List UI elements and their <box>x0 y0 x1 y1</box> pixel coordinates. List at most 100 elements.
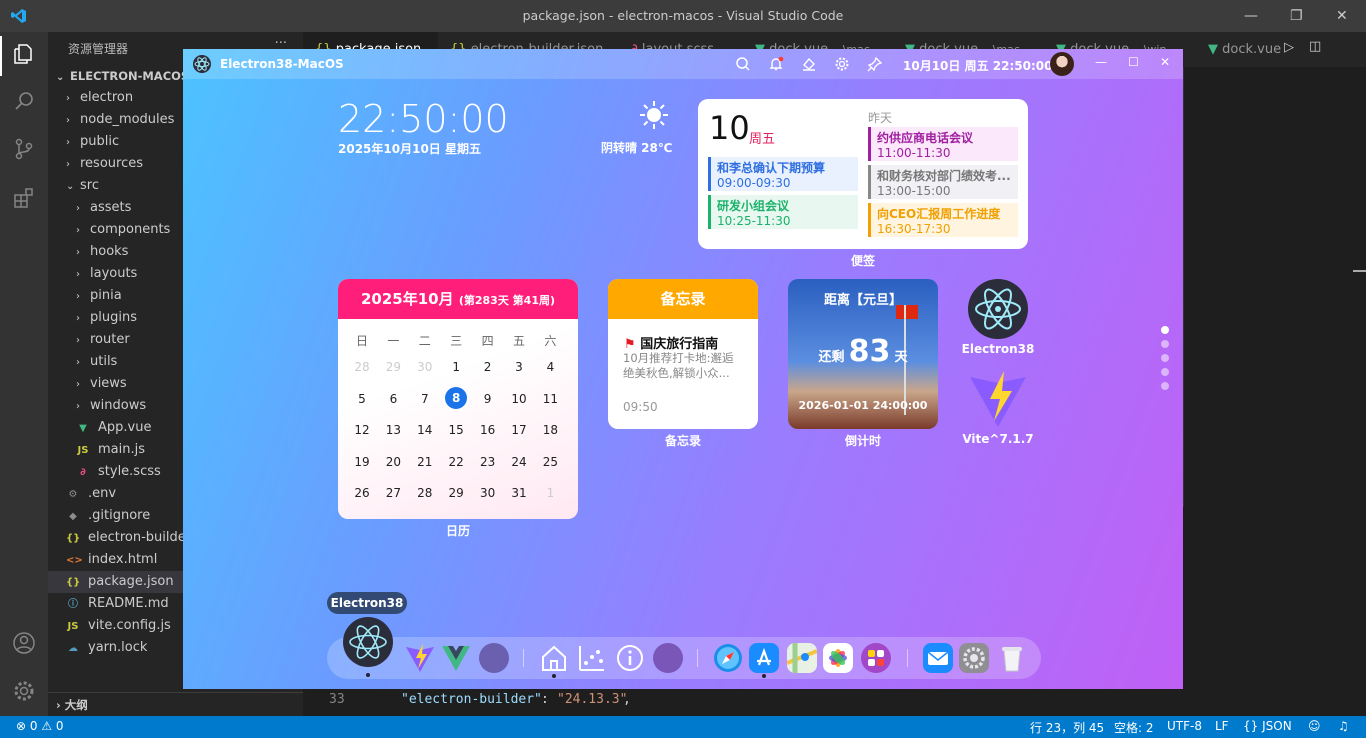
calendar-day[interactable]: 29 <box>442 481 470 505</box>
calendar-day[interactable]: 22 <box>442 450 470 474</box>
calendar-day[interactable]: 27 <box>379 481 407 505</box>
dock-photos-icon[interactable] <box>823 643 853 673</box>
feedback-icon[interactable]: ☺ <box>1308 719 1321 733</box>
indentation[interactable]: 空格: 2 <box>1114 719 1154 736</box>
dock-safari-icon[interactable] <box>713 643 743 673</box>
calendar-day[interactable]: 30 <box>474 481 502 505</box>
calendar-day[interactable]: 9 <box>474 387 502 411</box>
cursor-position[interactable]: 行 23，列 45 <box>1030 719 1104 736</box>
calendar-day[interactable]: 5 <box>348 387 376 411</box>
calendar-day[interactable]: 17 <box>505 418 533 442</box>
theme-brush-icon[interactable] <box>801 56 817 72</box>
dock-chart-icon[interactable] <box>577 643 607 673</box>
split-editor-icon[interactable]: ◫ <box>1309 39 1321 54</box>
calendar-day[interactable]: 13 <box>379 418 407 442</box>
calendar-day[interactable]: 6 <box>379 387 407 411</box>
countdown-widget[interactable]: 距离【元旦】 还剩 83 天 2026-01-01 24:00:00 <box>788 279 938 429</box>
event-item[interactable]: 和财务核对部门绩效考... 13:00-15:00 <box>868 165 1018 199</box>
calendar-day[interactable]: 12 <box>348 418 376 442</box>
dock-vite-icon[interactable] <box>405 643 435 673</box>
language-mode[interactable]: {} JSON <box>1243 719 1292 733</box>
dock-vue-icon[interactable] <box>441 643 471 673</box>
dock-system-settings-icon[interactable] <box>959 643 989 673</box>
calendar-day[interactable]: 7 <box>411 387 439 411</box>
page-dot[interactable] <box>1161 382 1169 390</box>
dock-pinia-icon[interactable] <box>479 643 509 673</box>
app-maximize-icon[interactable]: ☐ <box>1128 55 1139 69</box>
pin-icon[interactable] <box>867 56 883 72</box>
calendar-day[interactable]: 15 <box>442 418 470 442</box>
run-icon[interactable]: ▷ <box>1284 40 1294 55</box>
notes-widget[interactable]: 10 周五 昨天 和李总确认下期预算 09:00-09:30 研发小组会议 10:2… <box>698 99 1028 249</box>
calendar-day[interactable]: 26 <box>348 481 376 505</box>
memo-widget[interactable]: 备忘录 ⚑ 国庆旅行指南 10月推荐打卡地:邂逅绝美秋色,解锁小众... 09:… <box>608 279 758 429</box>
page-dot[interactable] <box>1161 368 1169 376</box>
calendar-widget[interactable]: 2025年10月 (第283天 第41周) 日一二三四五六 28 29 30 1 2 3 4 5… <box>338 279 578 519</box>
event-item[interactable]: 和李总确认下期预算 09:00-09:30 <box>708 157 858 191</box>
calendar-day[interactable]: 2 <box>474 355 502 379</box>
dock-electron-icon[interactable] <box>343 617 393 667</box>
notifications-icon[interactable]: ♫ <box>1338 719 1349 733</box>
encoding[interactable]: UTF-8 <box>1167 719 1202 733</box>
close-icon[interactable]: ✕ <box>1336 8 1348 24</box>
dock-maps-icon[interactable] <box>787 643 817 673</box>
scrollbar-thumb[interactable] <box>1353 270 1366 272</box>
page-dot[interactable] <box>1161 354 1169 362</box>
problems-indicator[interactable]: ⊗ 0 ⚠ 0 <box>16 719 64 733</box>
calendar-day[interactable]: 28 <box>348 355 376 379</box>
outline-section[interactable]: › 大纲 <box>48 692 303 716</box>
extensions-icon[interactable] <box>12 186 36 210</box>
tree-root[interactable]: ⌄ ELECTRON-MACOS <box>56 69 189 83</box>
calendar-day[interactable]: 25 <box>536 450 564 474</box>
account-icon[interactable] <box>12 631 36 655</box>
electron-app-icon[interactable] <box>968 279 1028 339</box>
dock-widgets-icon[interactable] <box>861 643 891 673</box>
user-avatar[interactable] <box>1050 52 1074 76</box>
calendar-day[interactable]: 24 <box>505 450 533 474</box>
dock-launcher-icon[interactable] <box>653 643 683 673</box>
bell-icon[interactable] <box>768 56 784 72</box>
source-control-icon[interactable] <box>12 137 36 161</box>
app-minimize-icon[interactable]: — <box>1095 55 1107 69</box>
calendar-day[interactable]: 23 <box>474 450 502 474</box>
calendar-day[interactable]: 16 <box>474 418 502 442</box>
calendar-day[interactable]: 14 <box>411 418 439 442</box>
calendar-day[interactable]: 31 <box>505 481 533 505</box>
calendar-day[interactable]: 18 <box>536 418 564 442</box>
explorer-icon[interactable] <box>12 42 36 66</box>
dock-home-icon[interactable] <box>539 643 569 673</box>
tab-dock-vue[interactable]: ▼ dock.vue <box>1196 32 1281 67</box>
event-item[interactable]: 向CEO汇报周工作进度 16:30-17:30 <box>868 203 1018 237</box>
calendar-day[interactable]: 10 <box>505 387 533 411</box>
calendar-day[interactable]: 11 <box>536 387 564 411</box>
settings-icon[interactable] <box>834 56 850 72</box>
dock-trash-icon[interactable] <box>997 643 1027 673</box>
calendar-day[interactable]: 21 <box>411 450 439 474</box>
minimize-icon[interactable]: — <box>1244 8 1258 24</box>
calendar-day[interactable]: 8 <box>445 386 468 409</box>
page-dot-active[interactable] <box>1161 326 1169 334</box>
calendar-day[interactable]: 19 <box>348 450 376 474</box>
restore-icon[interactable]: ❐ <box>1290 8 1303 24</box>
page-dot[interactable] <box>1161 340 1169 348</box>
dock-mail-icon[interactable] <box>923 643 953 673</box>
calendar-day[interactable]: 28 <box>411 481 439 505</box>
event-item[interactable]: 约供应商电话会议 11:00-11:30 <box>868 127 1018 161</box>
calendar-day[interactable]: 4 <box>536 355 564 379</box>
dock-info-icon[interactable] <box>615 643 645 673</box>
search-icon[interactable] <box>12 89 36 113</box>
calendar-day[interactable]: 1 <box>442 355 470 379</box>
code-line[interactable]: 33 "electron-builder" : "24.13.3" , <box>303 692 1183 712</box>
calendar-day[interactable]: 3 <box>505 355 533 379</box>
app-close-icon[interactable]: ✕ <box>1160 55 1170 69</box>
gear-icon[interactable] <box>12 679 36 703</box>
calendar-day[interactable]: 29 <box>379 355 407 379</box>
event-item[interactable]: 研发小组会议 10:25-11:30 <box>708 195 858 229</box>
dock-appstore-icon[interactable] <box>749 643 779 673</box>
calendar-day[interactable]: 1 <box>536 481 564 505</box>
search-icon[interactable] <box>735 56 751 72</box>
calendar-day[interactable]: 30 <box>411 355 439 379</box>
vite-app-icon[interactable] <box>968 369 1028 429</box>
calendar-day[interactable]: 20 <box>379 450 407 474</box>
line-ending[interactable]: LF <box>1215 719 1229 733</box>
